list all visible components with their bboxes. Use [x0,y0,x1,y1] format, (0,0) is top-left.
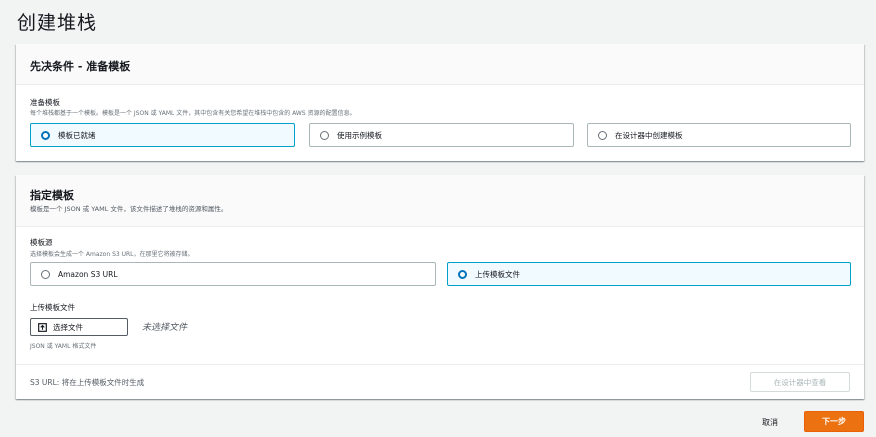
option-create-in-designer[interactable]: 在设计器中创建模板 [587,123,851,147]
source-label: 上传模板文件 [475,269,520,279]
specify-desc: 模板是一个 JSON 或 YAML 文件，该文件描述了堆栈的资源和属性。 [30,205,228,213]
specify-panel-header: 指定模板 模板是一个 JSON 或 YAML 文件，该文件描述了堆栈的资源和属性… [16,175,864,227]
radio-s3-url[interactable] [41,269,50,279]
radio-create-in-designer[interactable] [598,130,607,140]
template-source-desc: 选择模板会生成一个 Amazon S3 URL，在那里它将被存储。 [30,251,194,258]
option-label: 使用示例模板 [337,130,382,140]
prereq-title: 先决条件 - 准备模板 [30,60,131,73]
no-file-chosen: 未选择文件 [142,323,188,333]
prereq-panel-header: 先决条件 - 准备模板 [16,44,864,85]
option-sample-template[interactable]: 使用示例模板 [309,123,574,147]
choose-file-button[interactable]: 选择文件 [30,318,128,336]
cancel-button[interactable]: 取消 [762,417,778,428]
s3-url-footer: S3 URL: 将在上传模板文件时生成 在设计器中查看 [16,364,864,399]
view-in-designer-button[interactable]: 在设计器中查看 [750,372,850,392]
upload-icon [38,322,47,332]
prepare-template-label: 准备模板 [30,98,60,107]
option-label: 模板已就绪 [58,130,96,140]
page-title: 创建堆栈 [17,12,98,34]
source-s3-url[interactable]: Amazon S3 URL [30,262,436,286]
upload-template-label: 上传模板文件 [30,303,75,312]
option-template-ready[interactable]: 模板已就绪 [30,123,295,147]
specify-template-panel: 指定模板 模板是一个 JSON 或 YAML 文件，该文件描述了堆栈的资源和属性… [16,175,864,399]
option-label: 在设计器中创建模板 [615,130,683,140]
prepare-template-desc: 每个堆栈都基于一个模板。模板是一个 JSON 或 YAML 文件，其中包含有关您… [30,110,356,117]
choose-file-label: 选择文件 [53,322,83,332]
prereq-panel: 先决条件 - 准备模板 准备模板 每个堆栈都基于一个模板。模板是一个 JSON … [16,44,864,161]
source-upload-file[interactable]: 上传模板文件 [447,262,851,286]
radio-upload-file[interactable] [458,269,467,279]
template-source-label: 模板源 [30,238,53,247]
next-button[interactable]: 下一步 [804,411,864,432]
radio-template-ready[interactable] [41,130,50,140]
source-label: Amazon S3 URL [58,269,118,279]
radio-sample-template[interactable] [320,130,329,140]
s3-url-text: S3 URL: 将在上传模板文件时生成 [30,378,145,387]
specify-title: 指定模板 [30,189,74,202]
file-format-hint: JSON 或 YAML 格式文件 [30,343,97,350]
